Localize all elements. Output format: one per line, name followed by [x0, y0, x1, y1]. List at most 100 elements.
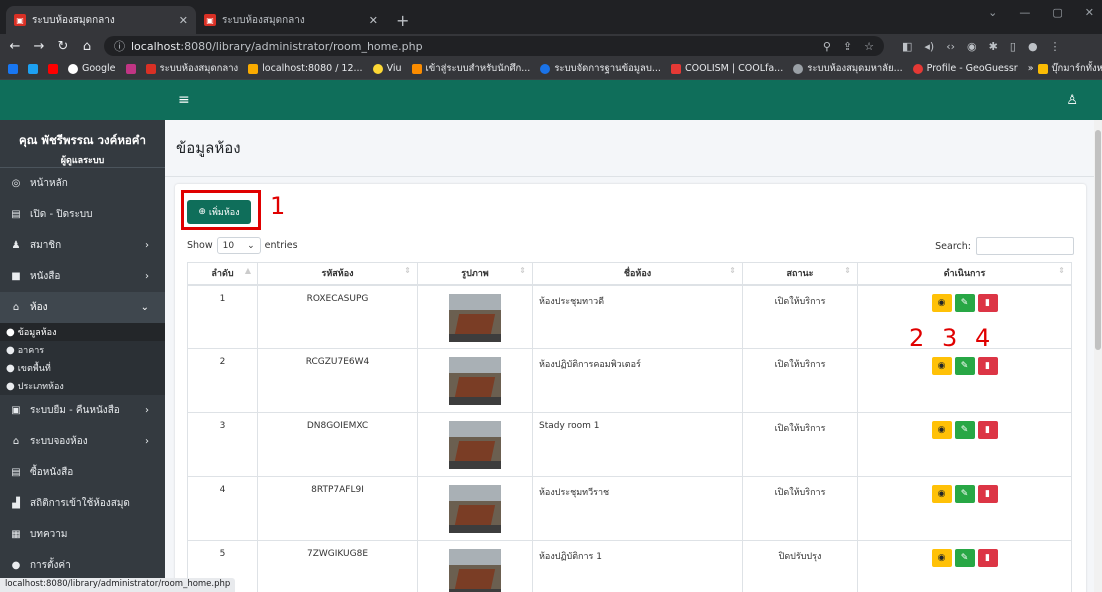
sidebar-item-books[interactable]: ■ หนังสือ › — [0, 261, 165, 292]
col-header-no[interactable]: ลำดับ ▲ — [187, 262, 258, 286]
page-scrollbar[interactable] — [1094, 120, 1102, 592]
entries-select[interactable]: 10 ⌄ — [216, 237, 261, 254]
bookmark-item[interactable]: ระบบจัดการฐานข้อมูลบ... — [540, 61, 661, 76]
extensions-puzzle-icon[interactable]: ✱ — [989, 40, 998, 53]
back-icon[interactable]: ← — [8, 39, 22, 54]
all-bookmarks[interactable]: » บุ๊กมาร์กทั้งหมด — [1028, 61, 1102, 76]
view-button[interactable]: ◉ — [931, 357, 952, 375]
reload-icon[interactable]: ↻ — [56, 39, 70, 54]
bookmark-item[interactable]: ระบบห้องสมุดมหาลัย... — [793, 61, 903, 76]
bookmark-item[interactable]: COOLISM | COOLfa... — [670, 63, 783, 74]
edit-button[interactable]: ✎ — [954, 485, 975, 503]
browser-tab-2[interactable]: ▣ ระบบห้องสมุดกลาง ✕ — [196, 6, 386, 34]
profile-name: คุณ พัชรีพรรณ วงค์หอคำ — [19, 133, 146, 147]
extensions-area: ◧ ◂) ‹› ◉ ✱ ▯ ● ⋮ — [902, 40, 1061, 53]
sidebar-item-statistics[interactable]: ▟ สถิติการเข้าใช้ห้องสมุด — [0, 488, 165, 519]
code-icon[interactable]: ‹› — [946, 40, 955, 53]
edit-button[interactable]: ✎ — [954, 421, 975, 439]
delete-button[interactable]: ▮ — [977, 357, 998, 375]
forward-icon[interactable]: → — [32, 39, 46, 54]
sidebar-item-borrow[interactable]: ▣ ระบบยืม - คืนหนังสือ › — [0, 395, 165, 426]
extension-icon[interactable]: ◧ — [902, 40, 912, 53]
annotation-2: 2 — [909, 324, 925, 352]
bookmark-item[interactable]: Google — [68, 63, 116, 74]
col-header-image[interactable]: รูปภาพ ⇕ — [417, 262, 533, 286]
delete-button[interactable]: ▮ — [977, 549, 998, 567]
cell-status: เปิดให้บริการ — [742, 412, 858, 477]
home-icon[interactable]: ⌂ — [80, 39, 94, 54]
audio-icon[interactable]: ◂) — [924, 40, 934, 53]
share-icon[interactable]: ⇪ — [843, 40, 852, 53]
scrollbar-thumb[interactable] — [1095, 130, 1101, 350]
add-room-button[interactable]: ⊕ เพิ่มห้อง — [187, 200, 251, 224]
sidepanel-icon[interactable]: ▯ — [1010, 40, 1016, 53]
view-button[interactable]: ◉ — [931, 549, 952, 567]
bookmark-item[interactable]: ระบบห้องสมุดกลาง — [145, 61, 238, 76]
col-header-code[interactable]: รหัสห้อง ⇕ — [257, 262, 418, 286]
sidebar-item-booking[interactable]: ⌂ ระบบจองห้อง › — [0, 426, 165, 457]
room-thumbnail[interactable] — [449, 421, 501, 469]
room-thumbnail[interactable] — [449, 549, 501, 592]
delete-button[interactable]: ▮ — [977, 421, 998, 439]
sidebar-item-home[interactable]: ◎ หน้าหลัก — [0, 168, 165, 199]
new-tab-button[interactable]: + — [386, 6, 419, 34]
instagram-icon[interactable] — [125, 63, 136, 74]
edit-button[interactable]: ✎ — [954, 549, 975, 567]
view-button[interactable]: ◉ — [931, 485, 952, 503]
close-window-icon[interactable]: ✕ — [1085, 6, 1094, 19]
twitter-icon[interactable] — [28, 63, 38, 74]
profile-avatar-icon[interactable]: ● — [1028, 40, 1038, 53]
close-tab-icon[interactable]: ✕ — [369, 14, 378, 27]
sidebar-item-rooms[interactable]: ⌂ ห้อง ⌄ — [0, 292, 165, 323]
room-thumbnail[interactable] — [449, 485, 501, 533]
sidebar-subitem-room-info[interactable]: ● ข้อมูลห้อง — [0, 323, 165, 341]
user-account-icon[interactable]: ♙ — [1066, 93, 1078, 108]
camera-icon[interactable]: ◉ — [967, 40, 977, 53]
view-button[interactable]: ◉ — [931, 293, 952, 312]
url-bar[interactable]: ⓘ localhost:8080/library/administrator/r… — [104, 36, 884, 56]
sidebar-item-articles[interactable]: ▦ บทความ — [0, 519, 165, 550]
sidebar-subitem-room-type[interactable]: ● ประเภทห้อง — [0, 377, 165, 395]
bookmarks-bar: Google ระบบห้องสมุดกลาง localhost:8080 /… — [0, 58, 1102, 80]
youtube-icon[interactable] — [48, 63, 58, 74]
delete-button[interactable]: ▮ — [977, 485, 998, 503]
edit-button[interactable]: ✎ — [954, 293, 975, 312]
facebook-icon[interactable] — [8, 63, 18, 74]
kebab-menu-icon[interactable]: ⋮ — [1050, 40, 1061, 53]
status-url: localhost:8080/library/administrator/roo… — [0, 578, 236, 592]
bookmark-star-icon[interactable]: ☆ — [864, 40, 874, 53]
sidebar-item-system[interactable]: ▤ เปิด - ปิดระบบ — [0, 199, 165, 230]
sidebar-item-settings[interactable]: ● การตั้งค่า — [0, 550, 165, 581]
user-profile: คุณ พัชรีพรรณ วงค์หอคำ ผู้ดูแลระบบ — [0, 120, 165, 168]
col-header-name[interactable]: ชื่อห้อง ⇕ — [532, 262, 743, 286]
close-tab-icon[interactable]: ✕ — [179, 14, 188, 27]
minimize-icon[interactable]: — — [1019, 6, 1030, 19]
cell-code: 8RTP7AFL9I — [257, 476, 418, 541]
zoom-icon[interactable]: ⚲ — [823, 40, 831, 53]
col-header-status[interactable]: สถานะ ⇕ — [742, 262, 858, 286]
search-input[interactable] — [976, 237, 1074, 255]
maximize-icon[interactable]: ▢ — [1052, 6, 1062, 19]
browser-tab-1[interactable]: ▣ ระบบห้องสมุดกลาง ✕ — [6, 6, 196, 34]
annotation-1: 1 — [270, 192, 286, 220]
sidebar-item-buy-books[interactable]: ▤ ซื้อหนังสือ — [0, 457, 165, 488]
sidebar-subitem-zone[interactable]: ● เขตพื้นที่ — [0, 359, 165, 377]
table-row: 4 8RTP7AFL9I ห้องประชุมทวีราช เปิดให้บริการ… — [187, 476, 1072, 541]
room-thumbnail[interactable] — [449, 357, 501, 405]
chevron-down-icon[interactable]: ⌄ — [988, 6, 997, 19]
bookmark-item[interactable]: เข้าสู่ระบบสำหรับนักศึก... — [411, 61, 530, 76]
site-info-icon[interactable]: ⓘ — [114, 38, 125, 54]
sidebar-subitem-building[interactable]: ● อาคาร — [0, 341, 165, 359]
hamburger-menu-icon[interactable]: ≡ — [178, 92, 190, 108]
edit-button[interactable]: ✎ — [954, 357, 975, 375]
sidebar-item-members[interactable]: ♟ สมาชิก › — [0, 230, 165, 261]
col-header-actions[interactable]: ดำเนินการ ⇕ — [857, 262, 1072, 286]
room-thumbnail[interactable] — [449, 293, 501, 342]
view-button[interactable]: ◉ — [931, 421, 952, 439]
bookmark-item[interactable]: Viu — [372, 63, 402, 74]
bookmark-item[interactable]: localhost:8080 / 12... — [248, 63, 363, 74]
bookmark-item[interactable]: Profile - GeoGuessr — [912, 63, 1018, 74]
delete-button[interactable]: ▮ — [977, 293, 998, 312]
cell-image — [417, 348, 533, 413]
top-navbar: ≡ ♙ — [0, 80, 1102, 120]
